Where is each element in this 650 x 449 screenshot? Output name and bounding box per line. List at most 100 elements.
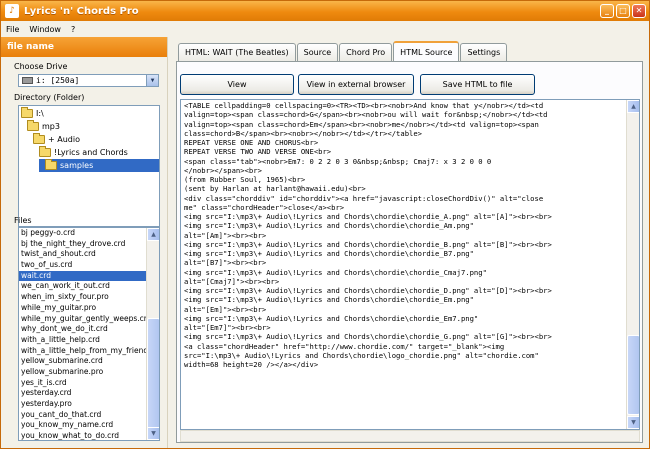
html-source-text: <TABLE cellpadding=0 cellspacing=0><TR><… [184, 101, 626, 369]
file-item[interactable]: bj the_night_they_drove.crd [19, 239, 147, 250]
directory-item-selected[interactable]: samples [39, 159, 159, 172]
source-line: alt="[Em]"><br><br> [184, 304, 267, 314]
choose-drive-label: Choose Drive [14, 62, 68, 71]
scroll-down-icon[interactable]: ▼ [627, 416, 639, 429]
source-line: <img src="I:\mp3\+ Audio\!Lyrics and Cho… [184, 221, 474, 231]
tab-chord-pro[interactable]: Chord Pro [339, 43, 393, 61]
directory-item-label: !Lyrics and Chords [54, 148, 128, 157]
maximize-icon[interactable]: □ [616, 4, 630, 18]
source-line: <img src="I:\mp3\+ Audio\!Lyrics and Cho… [184, 332, 552, 342]
file-item[interactable]: you_know_my_name.crd [19, 420, 147, 431]
directory-item-label: mp3 [42, 122, 60, 131]
file-item[interactable]: yesterday.pro [19, 399, 147, 410]
source-line: </nobr></span><br> [184, 165, 262, 175]
folder-open-icon [21, 107, 33, 118]
folder-open-icon [33, 133, 45, 144]
tab-html-preview[interactable]: HTML: WAIT (The Beatles) [178, 43, 296, 61]
source-line: REPEAT VERSE ONE AND CHORUS<br> [184, 138, 319, 147]
source-line: valign=top><span class=chord>Em</span><b… [184, 119, 539, 129]
main-pane: HTML: WAIT (The Beatles) Source Chord Pr… [169, 37, 649, 448]
source-line: REPEAT VERSE TWO AND VERSE ONE<br> [184, 147, 332, 157]
file-item[interactable]: yellow_submarine.pro [19, 367, 147, 378]
window-title: Lyrics 'n' Chords Pro [24, 5, 139, 17]
source-line: alt="[B7]"><br><br> [184, 258, 267, 268]
folder-open-icon [45, 159, 57, 170]
file-item[interactable]: yes_it_is.crd [19, 378, 147, 389]
title-bar[interactable]: ♪ Lyrics 'n' Chords Pro _ □ ✕ [1, 1, 649, 21]
file-item[interactable]: twist_and_shout.crd [19, 249, 147, 260]
file-item[interactable]: while_my_guitar.pro [19, 303, 147, 314]
file-list-scrollbar[interactable]: ▲ ▼ [146, 228, 159, 440]
source-line: <img src="I:\mp3\+ Audio\!Lyrics and Cho… [184, 286, 552, 295]
menu-file[interactable]: File [1, 25, 24, 34]
file-item[interactable]: two_of_us.crd [19, 260, 147, 271]
file-item[interactable]: with_a_little_help_from_my_friends. [19, 346, 147, 357]
source-line: src="I:\mp3\+ Audio\!Lyrics and Chords\c… [184, 350, 539, 360]
source-vertical-scrollbar[interactable]: ▲ ▼ [626, 100, 639, 429]
source-horizontal-scrollbar[interactable] [180, 430, 640, 442]
tab-bar: HTML: WAIT (The Beatles) Source Chord Pr… [178, 40, 508, 62]
source-line: alt="[Cmaj7]"><br><br> [184, 276, 280, 286]
source-line: (from Rubber Soul, 1965)<br> [184, 175, 306, 184]
file-item[interactable]: with_a_little_help.crd [19, 335, 147, 346]
tab-settings[interactable]: Settings [460, 43, 508, 61]
drive-select-value: i: [250a] [36, 76, 80, 85]
view-external-button[interactable]: View in external browser [298, 74, 414, 95]
tab-source[interactable]: Source [296, 43, 339, 61]
source-line: <div class="chorddiv" id="chorddiv"><a h… [184, 193, 544, 203]
directory-tree[interactable]: I:\ mp3 + Audio !Lyrics and Chords sampl… [18, 105, 160, 227]
view-button[interactable]: View [180, 74, 294, 95]
menu-window[interactable]: Window [24, 25, 66, 34]
html-source-textarea[interactable]: <TABLE cellpadding=0 cellspacing=0><TR><… [180, 99, 640, 430]
directory-item[interactable]: + Audio [33, 133, 84, 146]
source-line: <span class="tab"><nobr>Em7: 0 2 2 0 3 0… [184, 156, 492, 166]
file-item[interactable]: you_know_what_to_do.crd [19, 431, 147, 440]
minimize-icon[interactable]: _ [600, 4, 614, 18]
source-line: me" class="chordHeader">close</a><br> [184, 202, 345, 212]
app-window: ♪ Lyrics 'n' Chords Pro _ □ ✕ File Windo… [0, 0, 650, 449]
menu-help[interactable]: ? [66, 25, 80, 34]
source-line: <img src="I:\mp3\+ Audio\!Lyrics and Cho… [184, 239, 552, 249]
file-list-box[interactable]: bj peggy-o.crd bj the_night_they_drove.cr… [18, 227, 160, 441]
source-line: class=chord>B</span><br><nobr></nobr></t… [184, 128, 422, 138]
file-item[interactable]: we_can_work_it_out.crd [19, 281, 147, 292]
source-line: width=68 height=20 /></a></div> [184, 360, 319, 369]
files-label: Files [14, 216, 32, 225]
menu-bar: File Window ? [1, 21, 649, 37]
file-item[interactable]: yellow_submarine.crd [19, 356, 147, 367]
source-line: <img src="I:\mp3\+ Audio\!Lyrics and Cho… [184, 295, 474, 305]
scroll-down-icon[interactable]: ▼ [147, 427, 159, 440]
save-html-button[interactable]: Save HTML to file [420, 74, 535, 95]
scroll-up-icon[interactable]: ▲ [627, 100, 639, 113]
source-line: alt="[Em7]"><br><br> [184, 323, 271, 332]
scroll-up-icon[interactable]: ▲ [147, 228, 159, 241]
file-item[interactable]: bj peggy-o.crd [19, 228, 147, 239]
directory-item[interactable]: mp3 [27, 120, 64, 133]
html-source-panel: View View in external browser Save HTML … [176, 61, 643, 443]
scrollbar-thumb[interactable] [147, 318, 159, 430]
directory-item[interactable]: !Lyrics and Chords [39, 146, 132, 159]
chevron-down-icon[interactable]: ▼ [146, 75, 158, 86]
tab-html-source[interactable]: HTML Source [393, 41, 460, 62]
source-line: <img src="I:\mp3\+ Audio\!Lyrics and Cho… [184, 267, 487, 277]
source-line: <img src="I:\mp3\+ Audio\!Lyrics and Cho… [184, 313, 479, 323]
source-line: (sent by Harlan at harlant@hawaii.edu)<b… [184, 184, 366, 194]
directory-item-label: samples [60, 161, 94, 170]
directory-item-label: + Audio [48, 135, 80, 144]
directory-item[interactable]: I:\ [21, 107, 48, 120]
file-list: bj peggy-o.crd bj the_night_they_drove.cr… [19, 228, 147, 440]
drive-select[interactable]: i: [250a] ▼ [18, 74, 159, 87]
file-item[interactable]: why_dont_we_do_it.crd [19, 324, 147, 335]
file-item[interactable]: while_my_guitar_gently_weeps.crd [19, 314, 147, 325]
scrollbar-thumb[interactable] [627, 335, 639, 415]
source-line: valign=top><span class=chord>G</span><br… [184, 110, 548, 120]
drive-icon [22, 77, 33, 84]
file-item[interactable]: you_cant_do_that.crd [19, 410, 147, 421]
file-item[interactable]: when_im_sixty_four.pro [19, 292, 147, 303]
file-item-selected[interactable]: wait.crd [19, 270, 147, 282]
directory-label: Directory (Folder) [14, 93, 85, 102]
file-item[interactable]: yesterday.crd [19, 388, 147, 399]
close-icon[interactable]: ✕ [632, 4, 646, 18]
source-line: <img src="I:\mp3\+ Audio\!Lyrics and Cho… [184, 212, 552, 221]
source-line: <img src="I:\mp3\+ Audio\!Lyrics and Cho… [184, 249, 474, 258]
